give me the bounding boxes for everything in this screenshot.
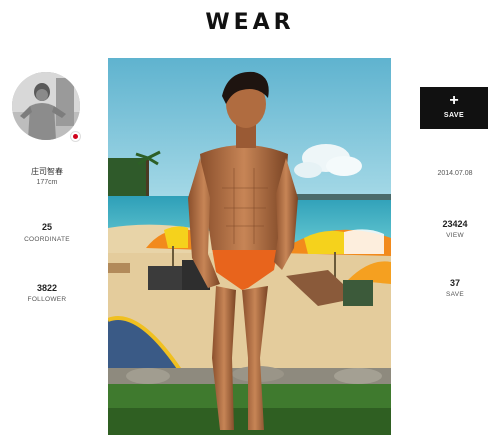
save-button-label: SAVE — [443, 112, 465, 119]
site-logo[interactable]: WEAR — [0, 10, 500, 35]
coordinate-count[interactable]: 25 — [12, 222, 82, 232]
beach-photo — [108, 58, 391, 435]
user-avatar[interactable] — [12, 72, 80, 140]
view-label: VIEW — [446, 232, 464, 239]
post-date: 2014.07.08 — [437, 170, 473, 177]
follower-label[interactable]: FOLLOWER — [12, 296, 82, 303]
user-height: 177cm — [36, 179, 58, 186]
avatar-image — [12, 72, 80, 140]
coordinate-label[interactable]: COORDINATE — [12, 236, 82, 243]
save-count[interactable]: 37 — [420, 278, 490, 288]
save-count-label[interactable]: SAVE — [420, 291, 490, 298]
coordinate-photo — [108, 58, 391, 435]
plus-icon: + — [449, 92, 459, 109]
save-button[interactable]: + SAVE — [420, 87, 488, 129]
view-count: 23424 — [442, 219, 468, 229]
user-name[interactable]: 庄司智春 — [12, 166, 82, 177]
follower-count[interactable]: 3822 — [12, 283, 82, 293]
japan-flag-icon — [70, 131, 81, 142]
